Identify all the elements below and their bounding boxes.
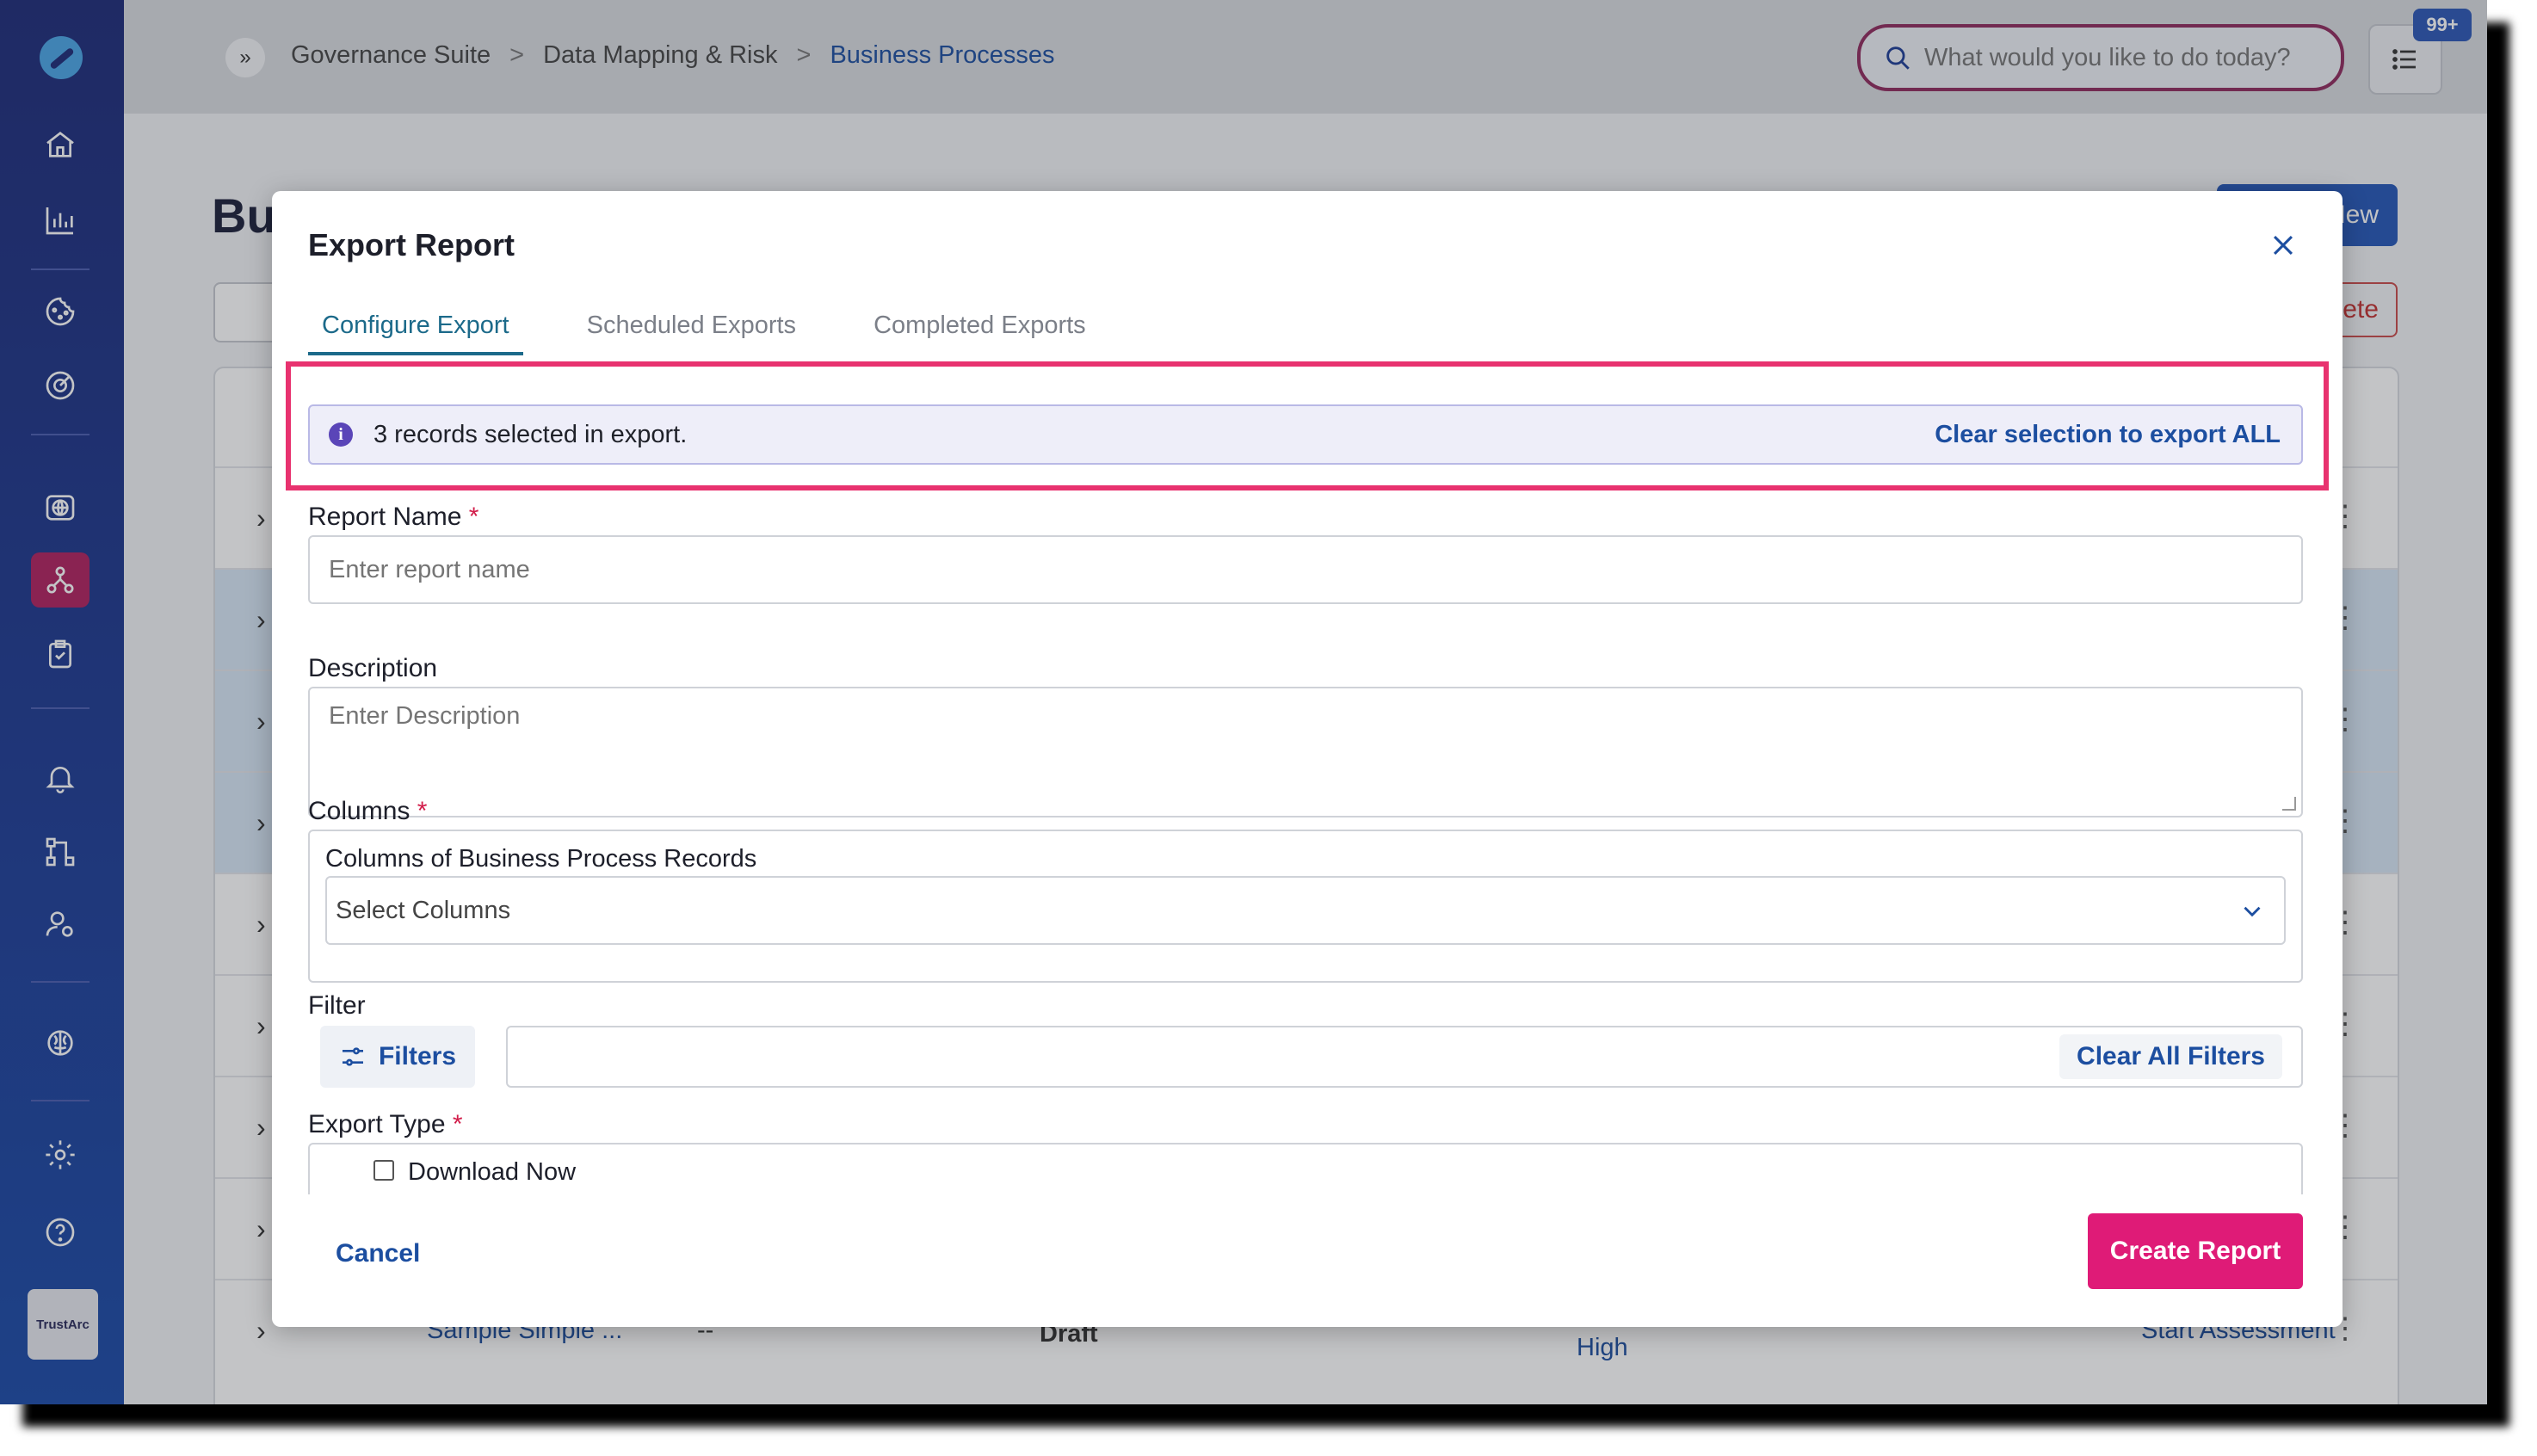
report-name-label-text: Report Name <box>308 503 462 531</box>
required-marker: * <box>417 797 428 825</box>
export-type-label: Export Type * <box>308 1110 463 1139</box>
filter-label: Filter <box>308 991 366 1020</box>
columns-label: Columns * <box>308 797 427 826</box>
tab-completed-exports[interactable]: Completed Exports <box>860 312 1100 355</box>
filters-button-label: Filters <box>378 1042 457 1070</box>
modal-title: Export Report <box>308 227 515 262</box>
description-field[interactable] <box>308 687 2303 817</box>
columns-label-text: Columns <box>308 797 410 825</box>
tab-scheduled-exports[interactable]: Scheduled Exports <box>573 312 810 355</box>
download-now-label[interactable]: Download Now <box>408 1158 576 1187</box>
description-input[interactable] <box>310 688 2301 814</box>
report-name-input[interactable] <box>310 537 2301 602</box>
columns-select[interactable]: Select Columns <box>325 876 2286 945</box>
active-filters-area: Clear All Filters <box>506 1026 2303 1088</box>
clear-all-filters-button[interactable]: Clear All Filters <box>2059 1034 2282 1079</box>
report-name-label: Report Name * <box>308 503 478 532</box>
filters-button[interactable]: Filters <box>320 1026 475 1088</box>
columns-sublabel: Columns of Business Process Records <box>325 845 757 873</box>
modal-tabs: Configure Export Scheduled Exports Compl… <box>308 312 1100 355</box>
chevron-down-icon <box>2244 906 2261 917</box>
sliders-icon <box>342 1047 363 1066</box>
export-type-label-text: Export Type <box>308 1110 446 1138</box>
columns-group: Columns of Business Process Records Sele… <box>308 830 2303 983</box>
export-type-group: Download Now <box>308 1143 2303 1194</box>
required-marker: * <box>452 1110 463 1138</box>
cancel-button[interactable]: Cancel <box>336 1239 420 1268</box>
create-report-button[interactable]: Create Report <box>2088 1213 2303 1289</box>
close-icon[interactable] <box>2262 224 2305 267</box>
highlight-box <box>286 361 2329 490</box>
report-name-field[interactable] <box>308 535 2303 604</box>
download-now-checkbox[interactable] <box>373 1160 394 1181</box>
description-label: Description <box>308 654 438 682</box>
required-marker: * <box>468 503 479 531</box>
columns-select-placeholder: Select Columns <box>336 896 511 924</box>
tab-configure-export[interactable]: Configure Export <box>308 312 523 355</box>
screen: TrustArc » Governance Suite > Data Mappi… <box>0 0 2487 1404</box>
export-report-modal: Export Report Configure Export Scheduled… <box>272 191 2343 1327</box>
resize-handle-icon[interactable] <box>2282 797 2296 811</box>
